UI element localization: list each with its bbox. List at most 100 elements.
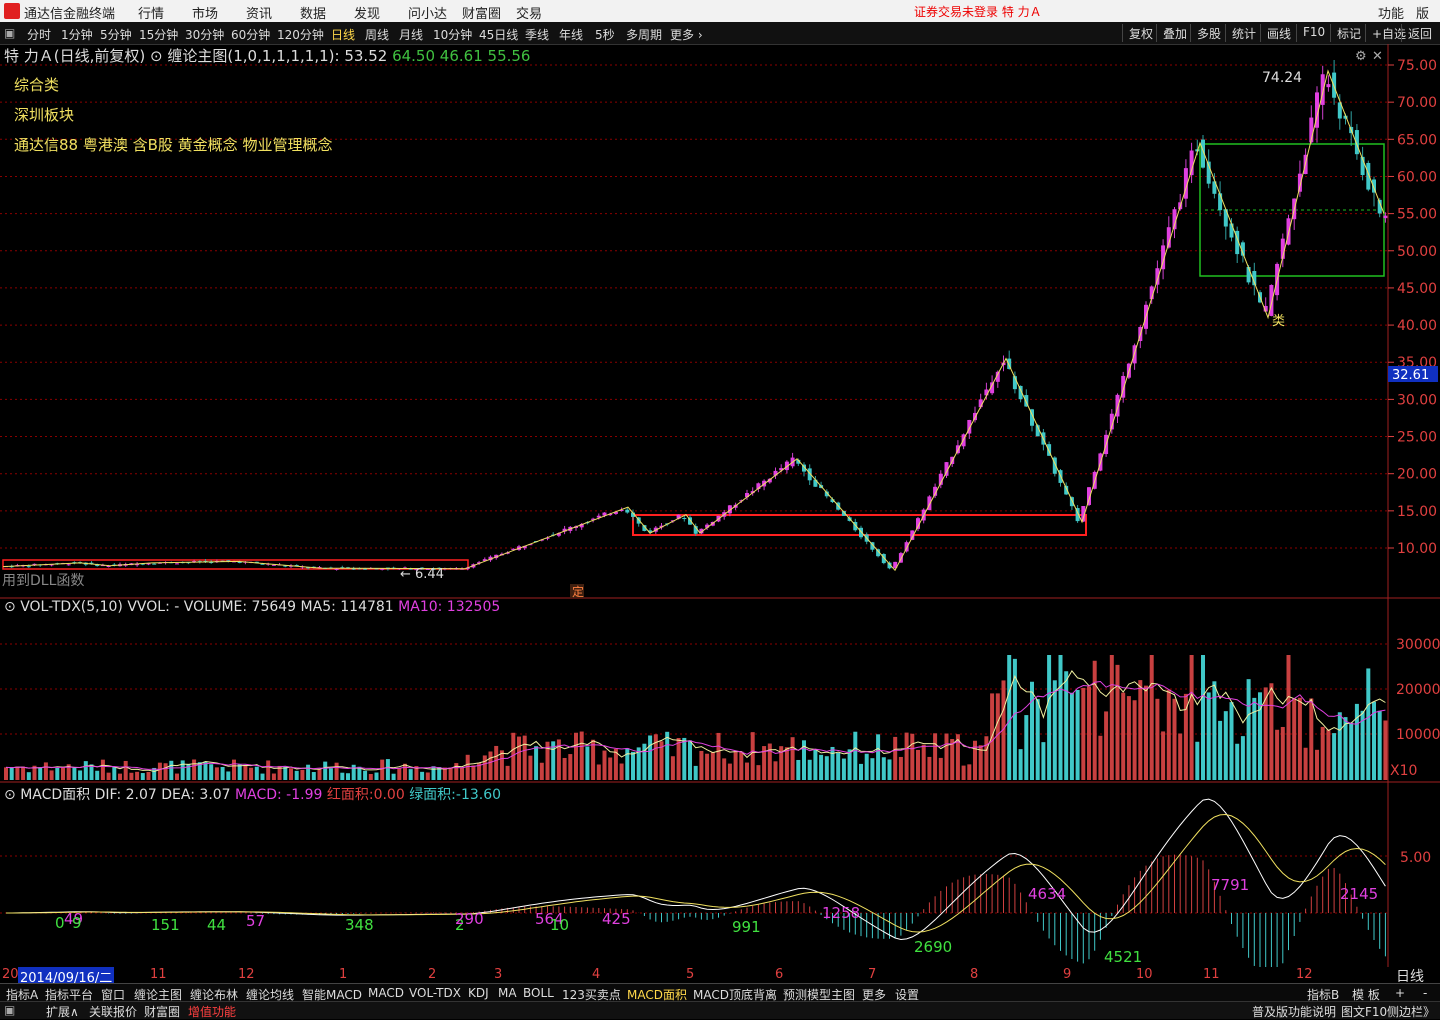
period-60min[interactable]: 60分钟 bbox=[231, 26, 270, 43]
toolbar-menu-icon[interactable]: ▣ bbox=[4, 26, 15, 40]
chart-area[interactable]: 75.00 70.00 65.00 60.00 55.00 50.00 45.00 40.00… bbox=[0, 44, 1440, 967]
price-tick-label: 60.00 bbox=[1397, 169, 1437, 185]
volume-bar bbox=[950, 739, 955, 780]
f10-button[interactable]: F10 bbox=[1296, 24, 1329, 42]
menu-item-shichang[interactable]: 市场 bbox=[192, 3, 246, 22]
period-5sec[interactable]: 5秒 bbox=[595, 26, 615, 43]
volume-bar bbox=[380, 759, 385, 780]
vol-indicator-name[interactable]: VOL-TDX(5,10) bbox=[20, 599, 123, 615]
indicator-collapse-icon[interactable]: ⊙ bbox=[150, 47, 163, 65]
candle-body bbox=[334, 568, 339, 570]
period-monthly[interactable]: 月线 bbox=[399, 26, 423, 43]
period-daily[interactable]: 日线 bbox=[331, 26, 355, 43]
menu-item-faxian[interactable]: 发现 bbox=[354, 3, 408, 22]
zoom-out-button[interactable]: - bbox=[1423, 986, 1427, 1000]
status-menu-icon[interactable]: ▣ bbox=[4, 1003, 15, 1017]
status-value-added[interactable]: 增值功能 bbox=[188, 1003, 236, 1020]
volume-bar bbox=[710, 752, 715, 780]
volume-bar bbox=[471, 765, 476, 780]
period-quarter[interactable]: 季线 bbox=[525, 26, 549, 43]
login-warning[interactable]: 证券交易未登录 特 力Ａ bbox=[914, 3, 1042, 20]
price-tick-label: 15.00 bbox=[1397, 504, 1437, 520]
status-wealth-circle[interactable]: 财富圈 bbox=[144, 1003, 180, 1020]
period-5min[interactable]: 5分钟 bbox=[100, 26, 132, 43]
tab-vol-tdx[interactable]: VOL-TDX bbox=[409, 986, 461, 1000]
draw-line-button[interactable]: 画线 bbox=[1260, 24, 1295, 42]
volume-bar bbox=[568, 754, 573, 780]
menu-item-shuju[interactable]: 数据 bbox=[300, 3, 354, 22]
period-1min[interactable]: 1分钟 bbox=[61, 26, 93, 43]
volume-bar bbox=[1320, 726, 1325, 780]
volume-bar bbox=[859, 763, 863, 780]
tab-macd[interactable]: MACD bbox=[368, 986, 404, 1000]
period-more[interactable]: 更多 › bbox=[670, 26, 703, 43]
status-expand[interactable]: 扩展∧ bbox=[46, 1003, 79, 1020]
macd-value: MACD: -1.99 bbox=[235, 787, 323, 803]
volume-bar bbox=[1246, 679, 1251, 780]
menu-item-jiaoyi[interactable]: 交易 bbox=[516, 3, 570, 22]
menu-item-zixun[interactable]: 资讯 bbox=[246, 3, 300, 22]
settings-gear-icon[interactable]: ⚙ bbox=[1355, 49, 1367, 64]
volume-bar bbox=[448, 767, 453, 780]
zoom-in-button[interactable]: + bbox=[1395, 986, 1405, 1000]
period-120min[interactable]: 120分钟 bbox=[277, 26, 324, 43]
multi-stock-button[interactable]: 多股 bbox=[1190, 24, 1225, 42]
volume-bar bbox=[602, 750, 607, 780]
menu-item-hangqing[interactable]: 行情 bbox=[138, 3, 192, 22]
macd-red-area: 0.00 bbox=[373, 787, 405, 803]
volume-bar bbox=[625, 748, 630, 780]
candle-body bbox=[363, 568, 368, 570]
tab-ma[interactable]: MA bbox=[498, 986, 517, 1000]
period-45day[interactable]: 45日线 bbox=[479, 26, 518, 43]
volume-bar bbox=[431, 766, 436, 780]
volume-bar bbox=[631, 751, 635, 780]
volume-bar bbox=[1383, 720, 1388, 780]
sector-label[interactable]: 综合类 bbox=[14, 70, 332, 100]
volume-bar bbox=[454, 763, 459, 780]
macd-collapse-icon[interactable]: ⊙ bbox=[4, 787, 16, 803]
volume-bar bbox=[653, 734, 658, 780]
indicator-value-4: 55.56 bbox=[487, 47, 531, 65]
status-sidebar[interactable]: 侧边栏》 bbox=[1387, 1003, 1435, 1020]
month-10: 10 bbox=[1136, 967, 1153, 982]
menu-item-caifuquan[interactable]: 财富圈 bbox=[462, 3, 516, 22]
tab-kdj[interactable]: KDJ bbox=[468, 986, 489, 1000]
menu-item-wenxiaoda[interactable]: 问小达 bbox=[408, 3, 462, 22]
tab-boll[interactable]: BOLL bbox=[523, 986, 554, 1000]
overlay-button[interactable]: 叠加 bbox=[1156, 24, 1191, 42]
macd-green-area-label: 绿面积: bbox=[409, 787, 456, 803]
volume-bar bbox=[836, 752, 841, 780]
indicator-name[interactable]: 缠论主图(1,0,1,1,1,1,1) bbox=[167, 47, 334, 65]
macd-indicator-name[interactable]: MACD面积 bbox=[20, 787, 90, 803]
close-panel-icon[interactable]: ✕ bbox=[1372, 49, 1383, 64]
function-menu[interactable]: 功能 bbox=[1378, 7, 1404, 22]
concepts-label[interactable]: 通达信88 粤港澳 含B股 黄金概念 物业管理概念 bbox=[14, 130, 332, 160]
period-30min[interactable]: 30分钟 bbox=[185, 26, 224, 43]
volume-bar bbox=[169, 760, 174, 780]
volume-bar bbox=[1240, 736, 1245, 780]
volume-bar bbox=[494, 745, 499, 780]
vol-collapse-icon[interactable]: ⊙ bbox=[4, 599, 16, 615]
volume-bar bbox=[1195, 741, 1200, 780]
mark-button[interactable]: 标记 bbox=[1330, 24, 1365, 42]
volume-bar bbox=[254, 766, 259, 780]
board-label[interactable]: 深圳板块 bbox=[14, 100, 332, 130]
volume-bar bbox=[916, 749, 920, 780]
back-button[interactable]: 返回 bbox=[1401, 24, 1436, 42]
period-10min[interactable]: 10分钟 bbox=[433, 26, 472, 43]
period-fenshi[interactable]: 分时 bbox=[27, 26, 51, 43]
period-multi[interactable]: 多周期 bbox=[626, 26, 662, 43]
status-f10[interactable]: 图文F10 bbox=[1341, 1003, 1387, 1020]
period-15min[interactable]: 15分钟 bbox=[139, 26, 178, 43]
main-header: 特 力Ａ(日线,前复权) ⊙ 缠论主图(1,0,1,1,1,1,1): 53.5… bbox=[4, 45, 530, 66]
fuquan-button[interactable]: 复权 bbox=[1122, 24, 1157, 42]
status-help[interactable]: 普及版功能说明 bbox=[1252, 1003, 1336, 1020]
status-related-quotes[interactable]: 关联报价 bbox=[89, 1003, 137, 1020]
volume-bar bbox=[870, 758, 875, 780]
price-tick-label: 50.00 bbox=[1397, 244, 1437, 260]
volume-bar bbox=[226, 771, 231, 780]
title-bar: 通达信金融终端 行情 市场 资讯 数据 发现 问小达 财富圈 交易 证券交易未登… bbox=[0, 0, 1440, 41]
period-weekly[interactable]: 周线 bbox=[365, 26, 389, 43]
period-year[interactable]: 年线 bbox=[559, 26, 583, 43]
stats-button[interactable]: 统计 bbox=[1225, 24, 1260, 42]
